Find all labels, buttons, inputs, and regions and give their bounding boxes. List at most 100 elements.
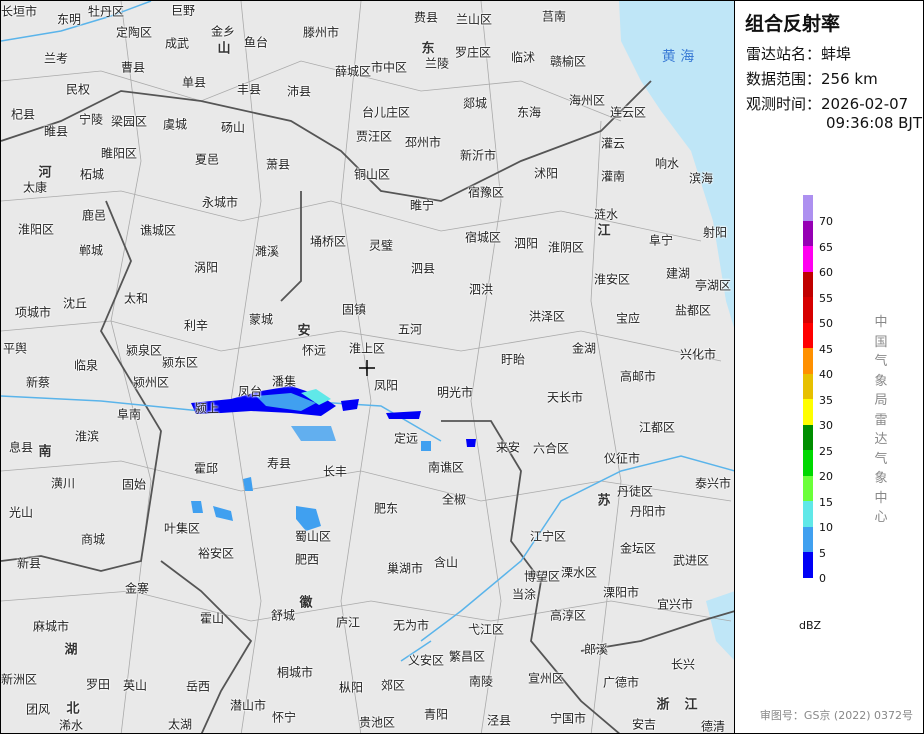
place-label: 固始	[121, 477, 147, 492]
place-label: 凤台	[237, 384, 263, 399]
place-label: 单县	[181, 75, 207, 90]
place-label: 怀宁	[271, 710, 297, 725]
place-label: 东明	[56, 12, 82, 27]
legend-swatch	[803, 552, 813, 578]
place-label: 费县	[413, 10, 439, 25]
place-label: 蒙城	[248, 312, 274, 327]
place-label: 定陶区	[115, 25, 153, 40]
place-label: 高淳区	[549, 608, 587, 623]
legend-tick: 65	[819, 240, 833, 254]
place-label: 肥东	[373, 501, 399, 516]
legend-tick: 70	[819, 215, 833, 228]
legend-tick: 45	[819, 342, 833, 356]
place-label: 武进区	[672, 553, 710, 568]
station-label: 雷达站名：	[746, 45, 822, 63]
place-label: 灵璧	[368, 238, 394, 253]
place-label: 桐城市	[276, 665, 314, 680]
place-label: 连云区	[609, 105, 647, 120]
place-label: 泰兴市	[694, 476, 732, 491]
province-label: 湖	[64, 642, 78, 658]
legend-swatch	[803, 526, 813, 552]
place-label: 兰陵	[424, 56, 450, 71]
sea-label: 黄 海	[661, 49, 695, 65]
place-label: 丹徒区	[616, 484, 654, 499]
agency-vertical-text: 中国气象局雷达气象中心	[874, 315, 888, 525]
place-label: 无为市	[392, 618, 430, 633]
place-label: 淮上区	[348, 341, 386, 356]
legend-swatch	[803, 450, 813, 476]
place-label: 兰山区	[455, 12, 493, 27]
sea-area-south	[706, 591, 734, 660]
legend-swatch	[803, 399, 813, 425]
place-label: 来安	[495, 440, 521, 455]
place-label: 太康	[22, 180, 48, 195]
time-label: 观测时间：	[746, 95, 822, 113]
place-label: 繁昌区	[448, 649, 486, 664]
place-label: 固镇	[341, 302, 367, 317]
place-label: 仪征市	[603, 451, 641, 466]
place-label: 淮安区	[593, 272, 631, 287]
place-label: 丰县	[236, 82, 262, 97]
place-label: 新蔡	[25, 375, 51, 390]
place-label: 蜀山区	[294, 529, 332, 544]
legend-swatch	[803, 373, 813, 399]
province-label: 苏	[597, 493, 611, 509]
place-label: 当涂	[511, 587, 537, 602]
place-label: 五河	[397, 322, 423, 337]
place-label: 夏邑	[194, 152, 220, 167]
place-label: 潢川	[50, 476, 76, 491]
place-label: 郎溪	[583, 642, 609, 657]
place-label: 江宁区	[529, 529, 567, 544]
place-label: 金坛区	[619, 541, 657, 556]
place-label: 永城市	[201, 195, 239, 210]
place-label: 临沭	[510, 50, 536, 65]
place-label: 商城	[80, 532, 106, 547]
place-label: 射阳	[702, 225, 728, 240]
place-label: 东海	[516, 105, 542, 120]
radar-map[interactable]: 长垣市 东明 牡丹区 巨野 金乡 鱼台 滕州市 费县 兰山区 莒南 定陶区 成武 曹县 单县 丰县 沛县 薛城区…	[0, 0, 734, 734]
legend-tick: 40	[819, 368, 833, 381]
place-label: 高邮市	[619, 369, 657, 384]
place-label: 萧县	[265, 157, 291, 172]
place-label: 德清	[700, 719, 726, 734]
place-label: 响水	[654, 156, 680, 171]
place-label: 泗县	[410, 261, 436, 276]
place-label: 兴化市	[679, 347, 717, 362]
place-label: 光山	[8, 505, 34, 520]
legend-tick: 25	[819, 444, 833, 458]
place-label: 濉溪	[254, 244, 280, 259]
legend-tick: 50	[819, 317, 833, 330]
place-label: 罗田	[85, 677, 111, 692]
place-label: 息县	[8, 440, 34, 455]
place-label: 洪泽区	[528, 309, 566, 324]
province-label: 山	[217, 41, 231, 57]
place-label: 滕州市	[302, 25, 340, 40]
place-label: 涡阳	[193, 260, 219, 275]
place-label: 裕安区	[197, 546, 235, 561]
color-legend	[803, 195, 813, 578]
time-row: 观测时间：2026-02-07	[746, 93, 908, 114]
place-label: 淮滨	[74, 429, 100, 444]
place-label: 江都区	[638, 420, 676, 435]
legend-unit: dBZ	[799, 619, 822, 632]
place-label: 盱眙	[500, 352, 526, 367]
place-label: 淮阳区	[17, 222, 55, 237]
place-label: 贵池区	[358, 715, 396, 730]
place-label: 定远	[393, 431, 419, 446]
place-label: 阜宁	[648, 233, 674, 248]
place-label: 麻城市	[32, 619, 70, 634]
province-label: 江	[684, 697, 698, 713]
place-label: 全椒	[441, 492, 467, 507]
place-label: 兰考	[43, 51, 69, 66]
place-label: 睢阳区	[100, 146, 138, 161]
place-label: 宿城区	[464, 230, 502, 245]
place-label: 牡丹区	[87, 4, 125, 19]
province-label: 东	[421, 41, 435, 57]
legend-tick: 20	[819, 470, 833, 483]
legend-tick: 35	[819, 393, 833, 407]
place-label: 睢县	[43, 124, 69, 139]
place-label: 新洲区	[0, 672, 38, 687]
place-label: 阜南	[116, 407, 142, 422]
rivers	[1, 1, 734, 662]
place-label: 广德市	[602, 675, 640, 690]
